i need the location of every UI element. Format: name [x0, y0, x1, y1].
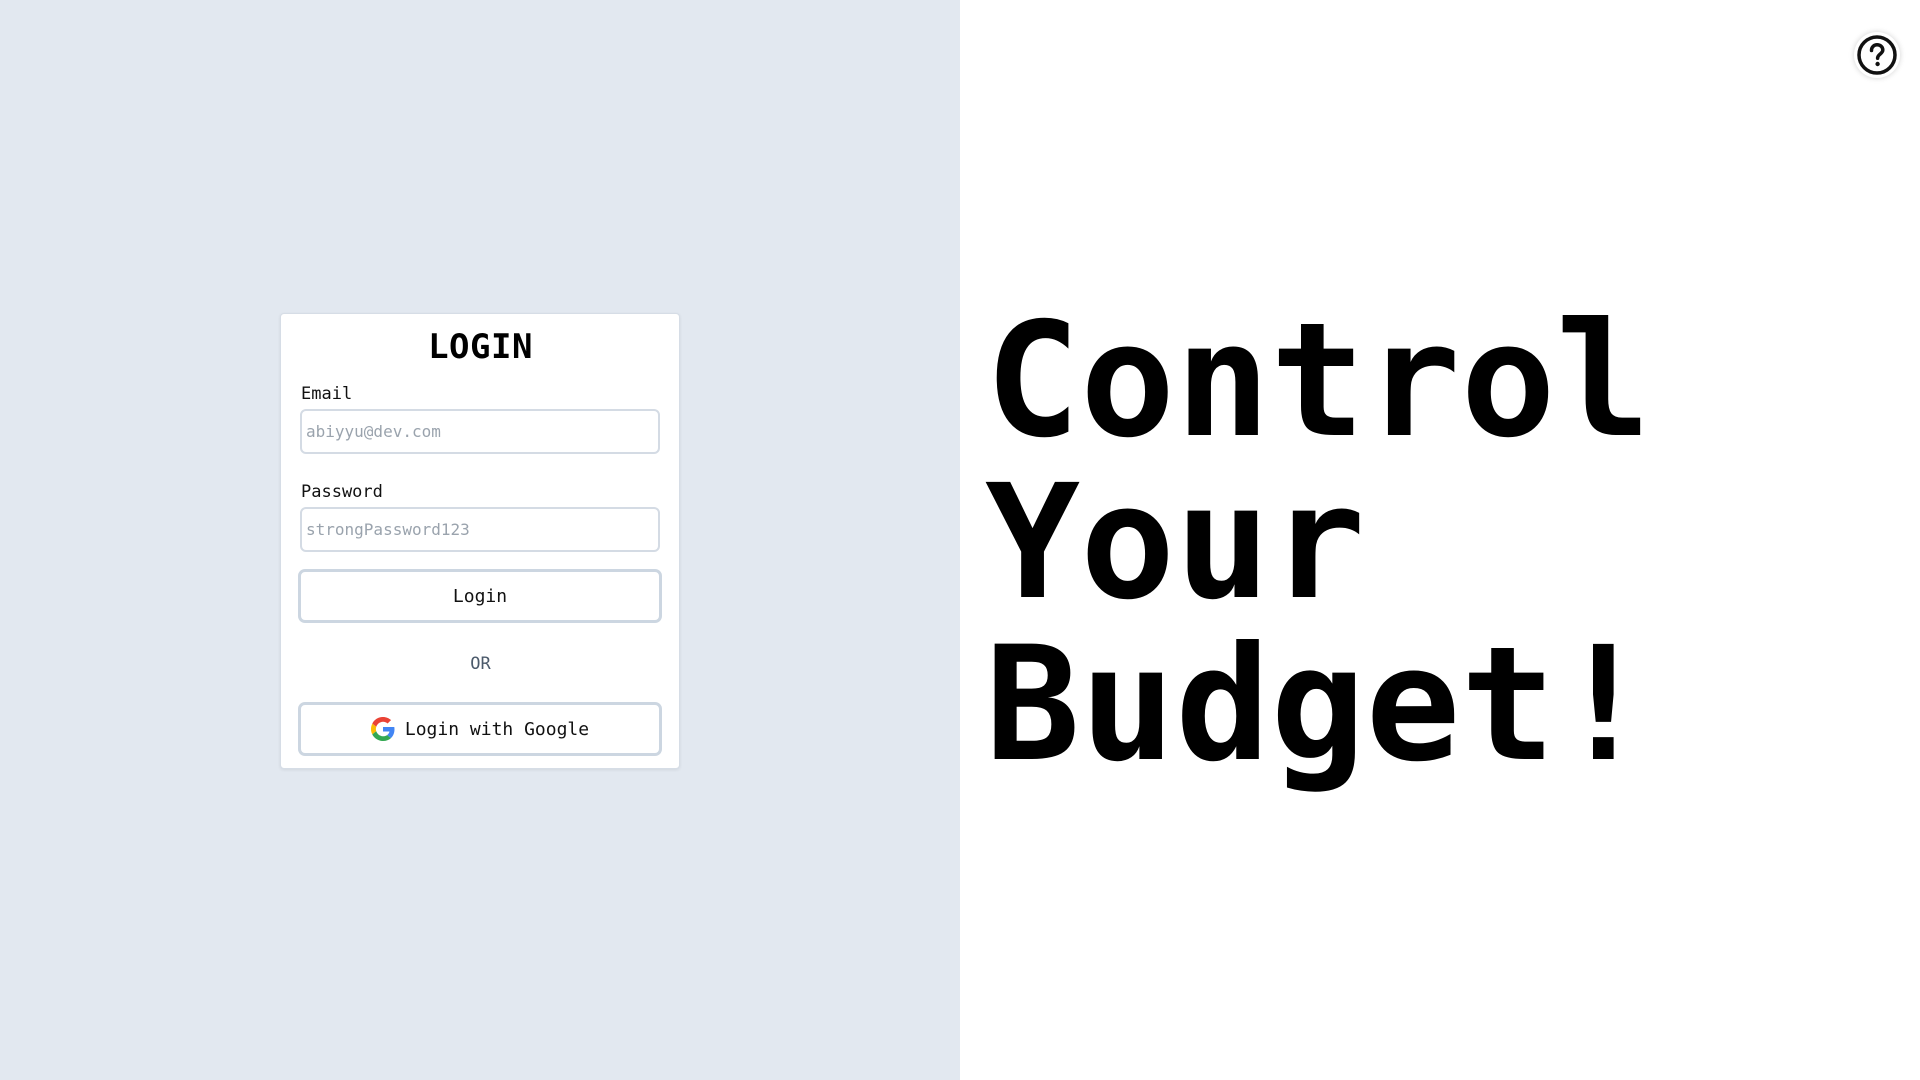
login-title: LOGIN [428, 327, 533, 367]
password-field[interactable] [300, 507, 660, 552]
hero-line-1: Control [985, 289, 1651, 473]
google-login-button[interactable]: Login with Google [298, 702, 662, 756]
question-circle-icon [1857, 35, 1897, 75]
login-button[interactable]: Login [298, 569, 662, 623]
email-label: Email [301, 384, 353, 404]
hero-headline: Control Your Budget! [985, 300, 1651, 786]
right-panel: Control Your Budget! [960, 0, 1920, 1080]
google-login-label: Login with Google [404, 718, 590, 740]
login-card: LOGIN Email Password Login OR Login with… [280, 313, 680, 769]
email-group: Email [300, 384, 661, 454]
password-label: Password [301, 482, 383, 502]
password-group: Password [300, 482, 661, 552]
google-logo-icon [370, 717, 395, 741]
left-panel: LOGIN Email Password Login OR Login with… [0, 0, 960, 1080]
or-separator: OR [470, 654, 491, 674]
hero-line-2: Your [985, 451, 1366, 635]
page: LOGIN Email Password Login OR Login with… [0, 0, 1920, 1080]
email-field[interactable] [300, 409, 660, 454]
hero-line-3: Budget! [985, 613, 1651, 797]
help-button[interactable] [1854, 32, 1900, 78]
